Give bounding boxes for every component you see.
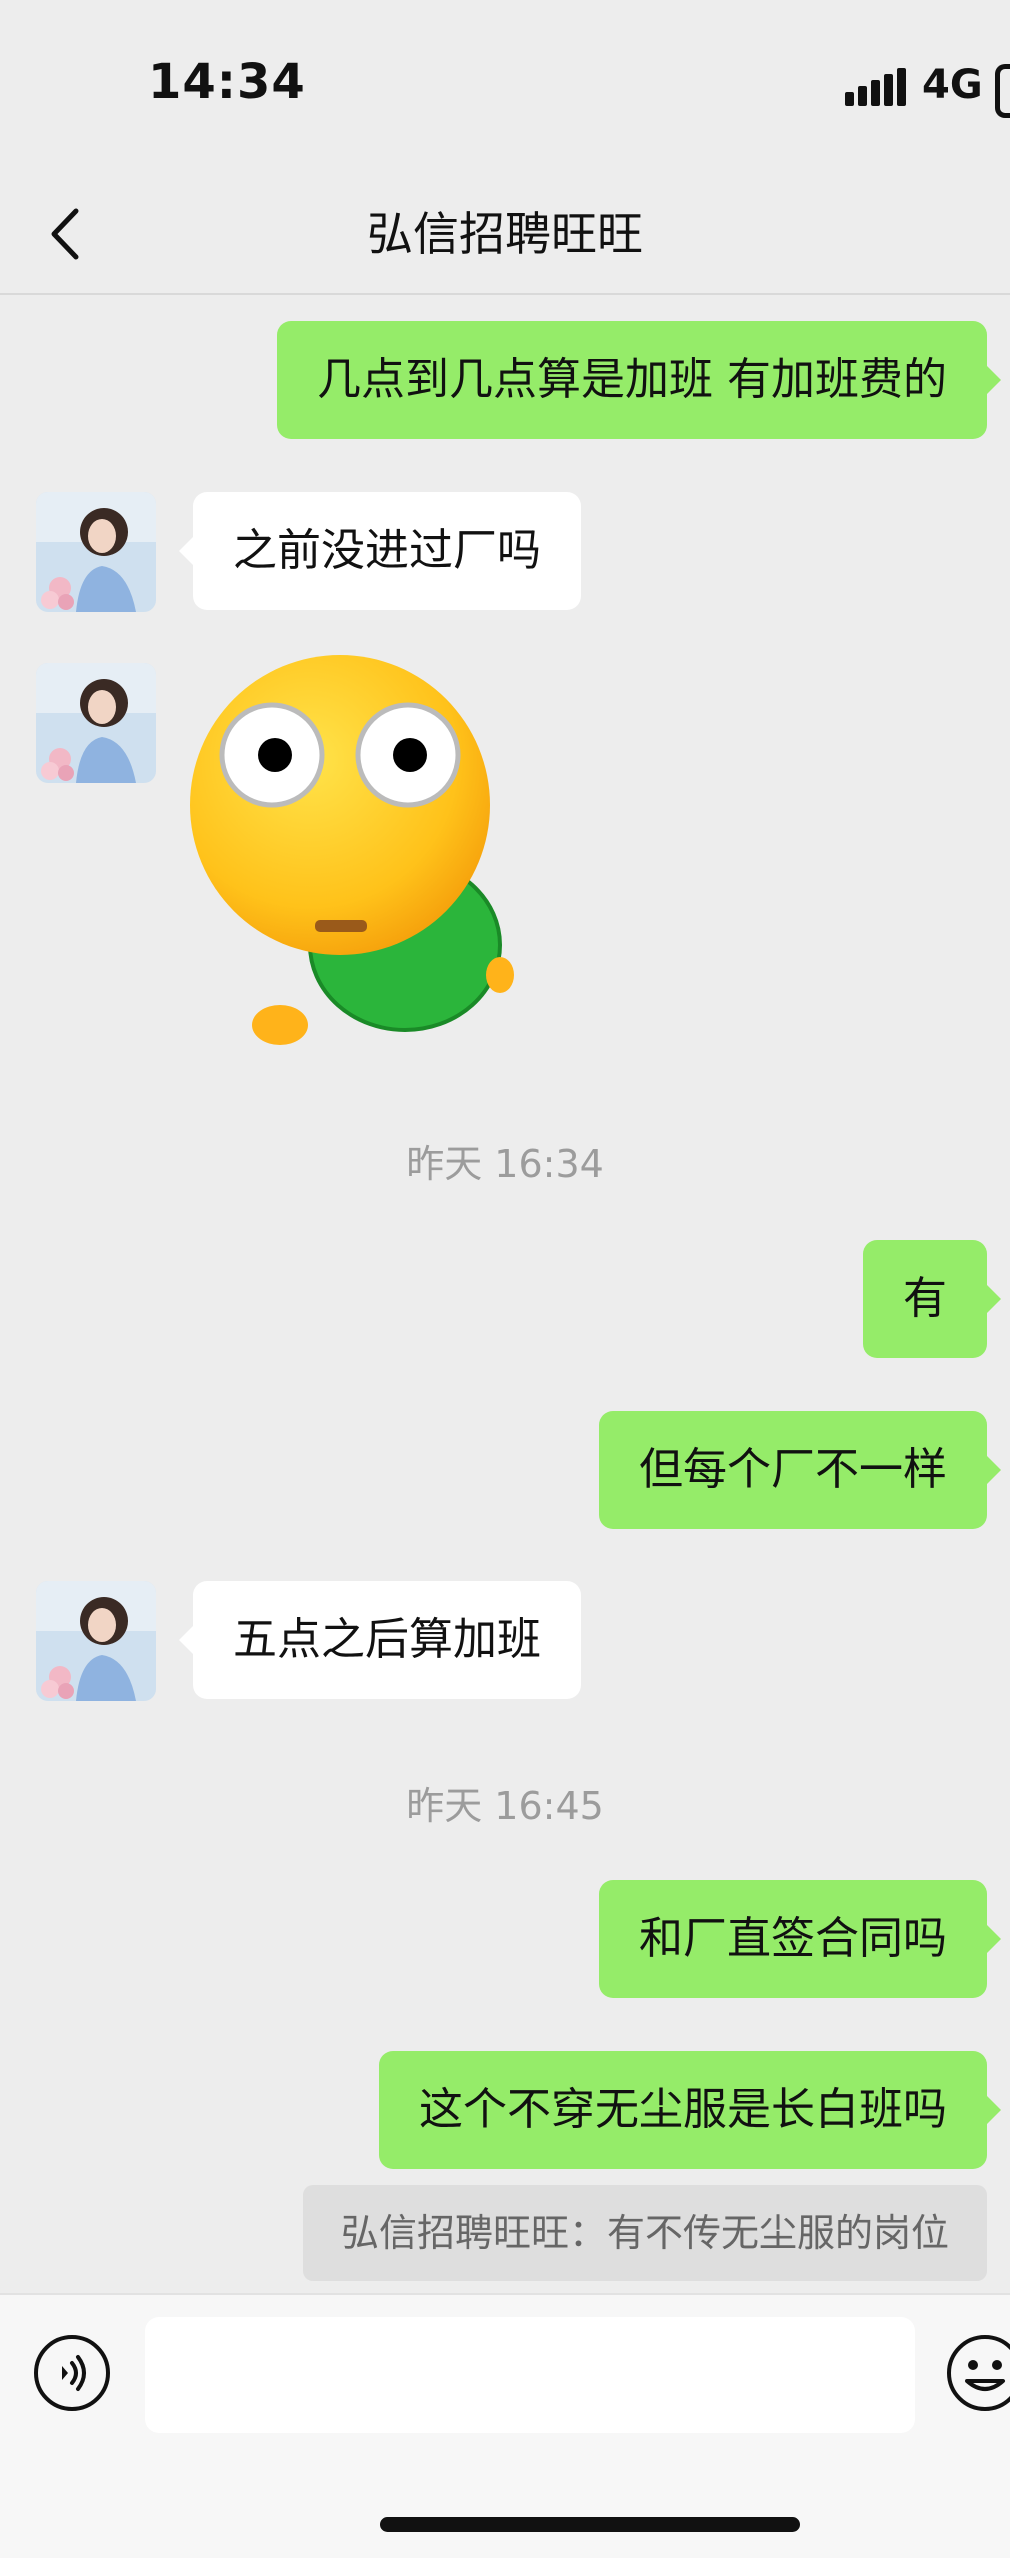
incoming-message-bubble[interactable]: 五点之后算加班 [179,1581,581,1699]
message-timestamp: 昨天 16:45 [406,1784,604,1828]
outgoing-message-bubble[interactable]: 但每个厂不一样 [599,1411,1001,1529]
contact-avatar[interactable] [36,1581,156,1701]
nav-bar: 弘信招聘旺旺 [0,175,1010,295]
avatar-photo-icon [36,492,156,612]
message-input[interactable] [145,2317,915,2433]
wide-eyed-emoji-sticker-icon[interactable] [190,655,530,1075]
input-bar [0,2293,1010,2558]
contact-avatar[interactable] [36,492,156,612]
avatar-photo-icon [36,1581,156,1701]
signal-icon [845,68,906,106]
emoji-icon[interactable] [945,2333,1010,2413]
voice-icon[interactable] [32,2333,112,2413]
chat-title: 弘信招聘旺旺 [367,207,643,261]
quoted-reply[interactable]: 弘信招聘旺旺：有不传无尘服的岗位 [302,2185,987,2281]
battery-icon [995,64,1010,118]
status-time: 14:34 [148,54,306,110]
outgoing-message-bubble[interactable]: 和厂直签合同吗 [599,1880,1001,1998]
outgoing-message-bubble[interactable]: 有 [863,1240,1001,1358]
outgoing-message-bubble[interactable]: 几点到几点算是加班 有加班费的 [277,321,1001,439]
avatar-photo-icon [36,663,156,783]
home-indicator [380,2517,800,2532]
message-list[interactable]: 几点到几点算是加班 有加班费的 之前没进过厂吗 昨天 16:34 有 但每个厂不… [0,295,1010,2290]
network-type: 4G [922,62,983,108]
status-bar: 14:34 4G [0,0,1010,175]
incoming-message-bubble[interactable]: 之前没进过厂吗 [179,492,581,610]
outgoing-message-bubble[interactable]: 这个不穿无尘服是长白班吗 [379,2051,1001,2169]
contact-avatar[interactable] [36,663,156,783]
message-timestamp: 昨天 16:34 [406,1142,604,1186]
